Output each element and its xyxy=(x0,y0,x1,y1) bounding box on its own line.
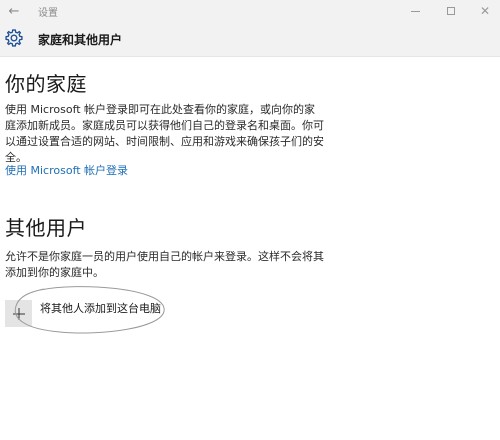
minimize-icon xyxy=(410,10,420,12)
other-users-description: 允许不是你家庭一员的用户使用自己的帐户来登录。这样不会将其添加到你的家庭中。 xyxy=(5,250,324,279)
add-other-user-label: 将其他人添加到这台电脑 xyxy=(40,302,161,315)
page-header: 家庭和其他用户 xyxy=(0,22,500,57)
microsoft-account-signin-link[interactable]: 使用 Microsoft 帐户登录 xyxy=(5,162,128,178)
back-button[interactable]: ← xyxy=(0,0,28,22)
minimize-button[interactable] xyxy=(398,0,432,22)
other-users-heading: 其他用户 xyxy=(5,216,87,240)
title-bar: ← 设置 ✕ xyxy=(0,0,500,22)
maximize-button[interactable] xyxy=(434,0,468,22)
close-button[interactable]: ✕ xyxy=(468,0,500,22)
plus-icon xyxy=(5,300,32,327)
page-title: 家庭和其他用户 xyxy=(38,33,123,47)
family-description: 使用 Microsoft 帐户登录即可在此处查看你的家庭，或向你的家庭添加新成员… xyxy=(5,103,324,164)
close-icon: ✕ xyxy=(479,4,491,18)
back-arrow-icon: ← xyxy=(8,3,20,19)
family-heading: 你的家庭 xyxy=(5,72,87,96)
window-title: 设置 xyxy=(38,8,58,19)
maximize-icon xyxy=(447,7,455,15)
gear-icon xyxy=(5,29,23,47)
add-other-user-button[interactable]: 将其他人添加到这台电脑 xyxy=(5,297,285,331)
